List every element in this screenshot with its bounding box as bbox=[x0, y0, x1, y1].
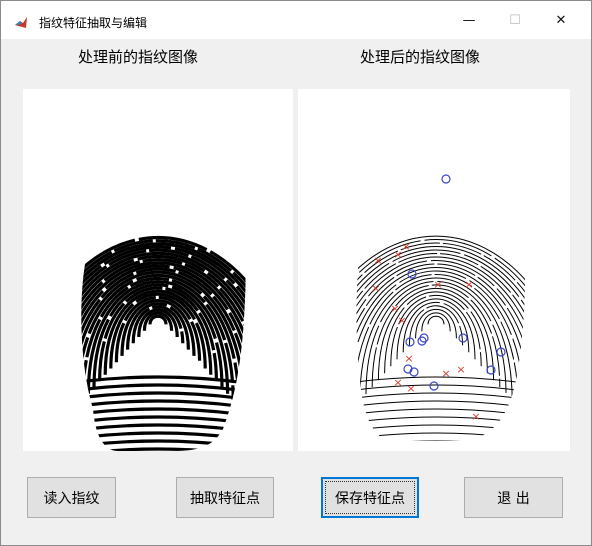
ridge-line bbox=[356, 376, 526, 398]
original-fingerprint-panel bbox=[23, 89, 293, 451]
minutia-cross-marker: × bbox=[406, 382, 415, 395]
ridge-line bbox=[356, 235, 526, 441]
minutia-cross-marker: × bbox=[371, 282, 380, 295]
processed-image-label: 处理后的指纹图像 bbox=[360, 48, 481, 66]
minutia-cross-marker: × bbox=[404, 352, 413, 365]
processed-fingerprint-panel: × × × × × × × × × × × × × × bbox=[298, 89, 570, 451]
original-image-label: 处理前的指纹图像 bbox=[78, 48, 199, 66]
ridge-line bbox=[356, 432, 526, 441]
ridge-line bbox=[356, 424, 526, 441]
matlab-icon bbox=[14, 15, 28, 29]
ridge-line bbox=[415, 309, 457, 339]
ridge-line bbox=[356, 384, 526, 406]
minutia-circle-marker bbox=[429, 381, 439, 391]
ridge-line bbox=[356, 440, 526, 441]
ridge-line bbox=[356, 416, 526, 438]
ridge-line bbox=[421, 312, 451, 332]
minutia-cross-marker: × bbox=[441, 367, 450, 380]
minutia-cross-marker: × bbox=[456, 363, 465, 376]
maximize-icon: ☐ bbox=[509, 12, 521, 28]
load-fingerprint-button[interactable]: 读入指纹 bbox=[27, 477, 116, 518]
minimize-icon: — bbox=[462, 12, 476, 28]
ridge-line bbox=[371, 284, 501, 388]
maximize-button: ☐ bbox=[492, 1, 538, 39]
minutia-circle-marker bbox=[441, 174, 451, 184]
minutia-cross-marker: × bbox=[471, 410, 480, 423]
ridge-line bbox=[356, 408, 526, 430]
title-bar[interactable]: 指纹特征抽取与编辑 — ☐ ✕ bbox=[1, 1, 591, 39]
save-minutiae-button[interactable]: 保存特征点 bbox=[321, 477, 419, 518]
minutia-cross-marker: × bbox=[373, 254, 382, 267]
minutia-cross-marker: × bbox=[401, 240, 410, 253]
ridge-line bbox=[356, 392, 526, 414]
ridge-line bbox=[148, 314, 168, 325]
minimize-button[interactable]: — bbox=[446, 1, 492, 39]
extract-minutiae-button[interactable]: 抽取特征点 bbox=[176, 477, 274, 518]
exit-button[interactable]: 退 出 bbox=[464, 477, 563, 518]
minutia-cross-marker: × bbox=[393, 376, 402, 389]
original-fingerprint-image bbox=[81, 236, 246, 451]
minutia-cross-marker: × bbox=[397, 314, 406, 327]
app-window: 指纹特征抽取与编辑 — ☐ ✕ 处理前的指纹图像 处理后的指纹图像 × × × … bbox=[0, 0, 592, 546]
ridge-line bbox=[356, 400, 526, 422]
close-icon: ✕ bbox=[555, 12, 567, 28]
ridge-line bbox=[298, 449, 570, 451]
ridge-line bbox=[427, 315, 445, 325]
window-title: 指纹特征抽取与编辑 bbox=[39, 16, 148, 30]
minutia-cross-marker: × bbox=[464, 278, 473, 291]
minutia-circle-marker bbox=[458, 333, 468, 343]
ridge-line bbox=[81, 447, 246, 451]
minutia-circle-marker bbox=[407, 269, 417, 279]
minutia-cross-marker: × bbox=[433, 278, 442, 291]
ridge-line bbox=[356, 242, 526, 441]
processed-fingerprint-image: × ×××××× ××× ×× ×× bbox=[298, 174, 570, 451]
close-button[interactable]: ✕ bbox=[538, 1, 584, 39]
